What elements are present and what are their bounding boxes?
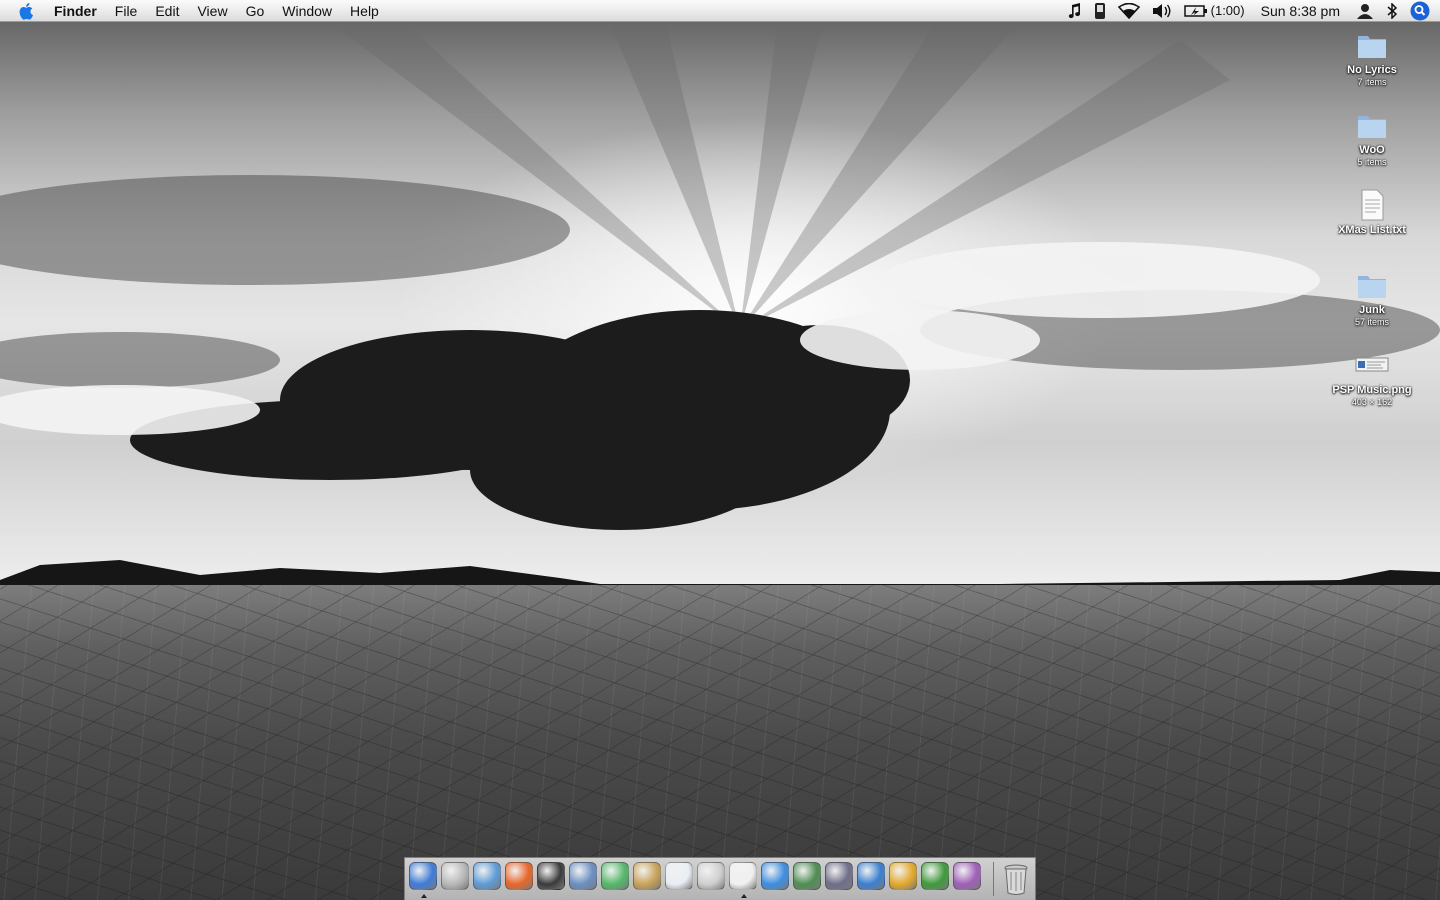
dock-item-web-ball[interactable] <box>951 862 983 898</box>
dock-item-xcode[interactable] <box>855 862 887 898</box>
desktop-icon-xmas-list[interactable]: XMas List.txt <box>1317 188 1427 237</box>
dock-item-firefox[interactable] <box>503 862 535 898</box>
firefox-icon <box>505 862 533 890</box>
quicktime-icon <box>761 862 789 890</box>
dock-item-mplayer[interactable] <box>663 862 695 898</box>
battery-time: (1:00) <box>1210 3 1245 18</box>
dock-item-textedit[interactable] <box>727 862 759 898</box>
desktop-icon-info: 403 × 162 <box>1351 397 1393 407</box>
dock-item-package[interactable] <box>631 862 663 898</box>
desktop-icon-psp-music[interactable]: PSP Music.png 403 × 162 <box>1317 348 1427 408</box>
xcode-icon <box>857 862 885 890</box>
script-editor-icon <box>697 862 725 890</box>
folder-icon <box>1355 108 1389 142</box>
folder-icon <box>1355 28 1389 62</box>
menu-app-finder[interactable]: Finder <box>45 0 106 22</box>
menu-bar-status: (1:00) Sun 8:38 pm <box>1062 0 1440 22</box>
guitar-tuner-icon <box>793 862 821 890</box>
desktop-icon-woo[interactable]: WoO 5 items <box>1317 108 1427 168</box>
running-indicator <box>421 894 427 898</box>
transmit-icon <box>889 862 917 890</box>
dock-item-itunes[interactable] <box>599 862 631 898</box>
desktop-icon-label: XMas List.txt <box>1338 224 1406 236</box>
mplayer-icon <box>665 862 693 890</box>
dock-item-guitar-tuner[interactable] <box>791 862 823 898</box>
dock-item-terminal[interactable] <box>535 862 567 898</box>
desktop-icon-label: WoO <box>1359 144 1385 156</box>
bluetooth-icon[interactable] <box>1380 3 1404 19</box>
dock-separator <box>993 862 994 896</box>
desktop-icon-no-lyrics[interactable]: No Lyrics 7 items <box>1317 28 1427 88</box>
menu-file[interactable]: File <box>106 0 147 22</box>
desktop-icon-junk[interactable]: Junk 57 items <box>1317 268 1427 328</box>
dock-item-dvd-player[interactable] <box>439 862 471 898</box>
wallpaper-cracks <box>0 585 1440 900</box>
dock-apps <box>407 862 983 898</box>
dock-item-quicktime[interactable] <box>759 862 791 898</box>
dock-item-script-editor[interactable] <box>695 862 727 898</box>
desktop-icon-label: Junk <box>1359 304 1385 316</box>
user-icon[interactable] <box>1350 3 1380 19</box>
dvd-player-icon <box>441 862 469 890</box>
battery-status[interactable]: (1:00) <box>1178 0 1251 22</box>
volume-icon[interactable] <box>1146 3 1178 19</box>
menu-bar-left: Finder File Edit View Go Window Help <box>0 0 388 22</box>
menu-bar: Finder File Edit View Go Window Help (1:… <box>0 0 1440 22</box>
desktop-icon-info: 7 items <box>1357 77 1387 87</box>
menu-view[interactable]: View <box>188 0 236 22</box>
desktop-wallpaper <box>0 0 1440 900</box>
preview-icon <box>569 862 597 890</box>
running-indicator <box>741 894 747 898</box>
menu-edit[interactable]: Edit <box>146 0 188 22</box>
dock-item-safari[interactable] <box>471 862 503 898</box>
desktop-icon-info: 57 items <box>1354 317 1389 327</box>
wifi-icon[interactable] <box>1112 3 1146 19</box>
textedit-icon <box>729 862 757 890</box>
spotlight-icon[interactable] <box>1404 1 1440 21</box>
desktop-icon-label: PSP Music.png <box>1332 384 1412 396</box>
safari-icon <box>473 862 501 890</box>
battery-icon <box>1183 5 1207 17</box>
menubar-clock[interactable]: Sun 8:38 pm <box>1251 0 1350 22</box>
itunes-icon <box>601 862 629 890</box>
terminal-icon <box>537 862 565 890</box>
menu-go[interactable]: Go <box>237 0 274 22</box>
dock-item-transmit[interactable] <box>887 862 919 898</box>
dock-item-preview[interactable] <box>567 862 599 898</box>
trash-icon[interactable] <box>1001 863 1031 895</box>
dock-item-finder[interactable] <box>407 862 439 898</box>
radio-icon <box>825 862 853 890</box>
web-ball-icon <box>953 862 981 890</box>
wallpaper-clouds <box>0 0 1440 590</box>
apple-logo-icon[interactable] <box>9 0 45 22</box>
dock-item-radio[interactable] <box>823 862 855 898</box>
phone-icon[interactable] <box>1088 2 1112 20</box>
text-document-icon <box>1355 188 1389 222</box>
dock <box>404 857 1036 900</box>
menu-help[interactable]: Help <box>341 0 388 22</box>
menu-window[interactable]: Window <box>273 0 341 22</box>
music-note-icon[interactable] <box>1062 3 1088 19</box>
image-file-icon <box>1355 348 1389 382</box>
package-icon <box>633 862 661 890</box>
desktop-icon-info: 5 items <box>1357 157 1387 167</box>
dock-item-adium[interactable] <box>919 862 951 898</box>
adium-icon <box>921 862 949 890</box>
finder-icon <box>409 862 437 890</box>
desktop-icon-label: No Lyrics <box>1347 64 1397 76</box>
folder-icon <box>1355 268 1389 302</box>
